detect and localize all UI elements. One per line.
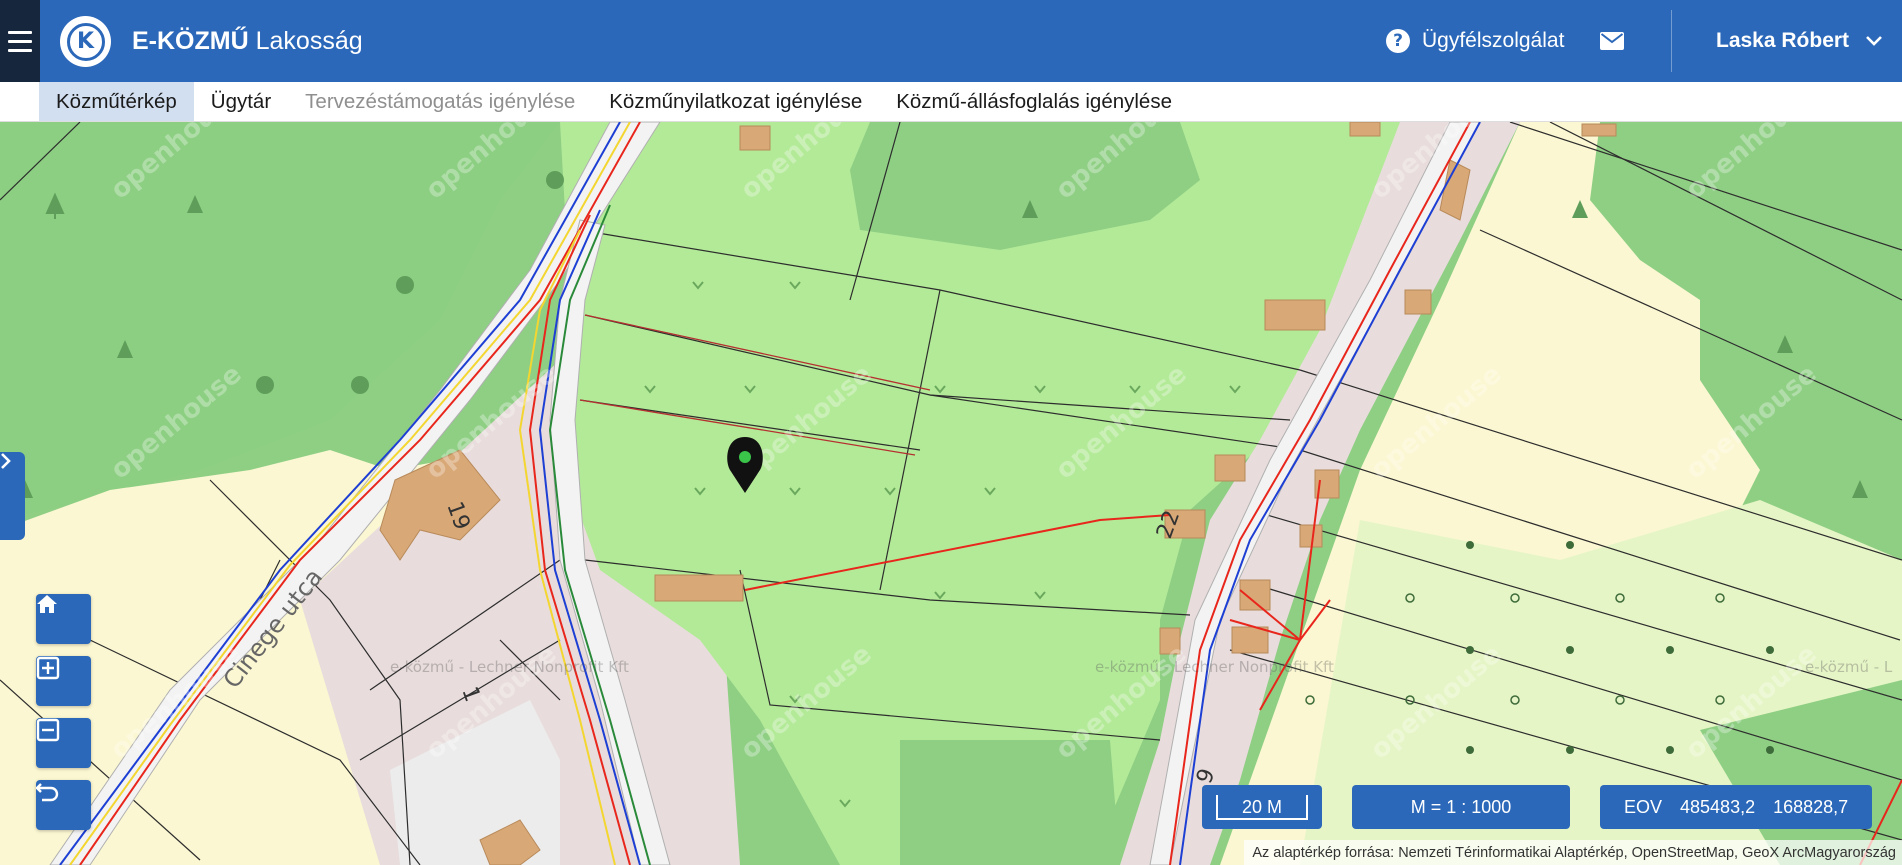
coordinate-x: 485483,2 bbox=[1680, 796, 1756, 817]
logo-letter: K bbox=[66, 22, 105, 61]
undo-icon bbox=[36, 783, 59, 802]
hamburger-icon bbox=[8, 30, 32, 34]
brand-bold: E-KÖZMŰ bbox=[132, 27, 249, 55]
zoom-out-icon bbox=[36, 718, 60, 742]
home-button[interactable] bbox=[36, 594, 91, 644]
coordinate-readout: EOV 485483,2 168828,7 bbox=[1600, 785, 1872, 829]
coordinate-y: 168828,7 bbox=[1773, 796, 1849, 817]
mail-icon[interactable] bbox=[1600, 32, 1624, 50]
home-icon bbox=[37, 595, 57, 613]
brand-title: E-KÖZMŰ Lakosság bbox=[132, 26, 363, 56]
customer-service-link[interactable]: ? Ügyfélszolgálat bbox=[1386, 27, 1564, 55]
main-nav: Közműtérkép Ügytár Tervezéstámogatás igé… bbox=[0, 82, 1902, 122]
map-svg[interactable]: openhouse openhouse openhouse openhouse … bbox=[0, 122, 1902, 865]
chevron-right-icon bbox=[1, 453, 11, 469]
chevron-down-icon bbox=[1866, 36, 1882, 46]
app-logo[interactable]: K bbox=[60, 16, 111, 67]
brand-light: Lakosság bbox=[248, 27, 363, 55]
customer-service-label: Ügyfélszolgálat bbox=[1422, 29, 1565, 52]
scale-ratio-label: M = 1 : 1000 bbox=[1410, 796, 1512, 817]
map-attribution: Az alaptérkép forrása: Nemzeti Térinform… bbox=[1244, 840, 1902, 865]
tab-kozmu-allasfoglalas[interactable]: Közmű-állásfoglalás igénylése bbox=[879, 82, 1189, 121]
tab-ugytar[interactable]: Ügytár bbox=[194, 82, 288, 121]
forest-block-bottom bbox=[900, 740, 1120, 865]
side-panel-toggle[interactable] bbox=[0, 452, 25, 540]
app-header: K E-KÖZMŰ Lakosság ? Ügyfélszolgálat Las… bbox=[0, 0, 1902, 82]
scale-bar: 20 M bbox=[1202, 785, 1322, 829]
zoom-in-icon bbox=[36, 656, 60, 680]
scale-bar-label: 20 M bbox=[1215, 794, 1309, 820]
hamburger-menu-button[interactable] bbox=[0, 0, 40, 82]
zoom-out-button[interactable] bbox=[36, 718, 91, 768]
provider-label-3: e-közmű - L bbox=[1805, 658, 1893, 676]
undo-button[interactable] bbox=[36, 780, 91, 830]
provider-label-2: e-közmű - Lechner Nonprofit Kft bbox=[1095, 658, 1334, 676]
provider-label-1: e-közmű - Lechner Nonprofit Kft bbox=[390, 658, 629, 676]
zoom-in-button[interactable] bbox=[36, 656, 91, 706]
help-icon: ? bbox=[1386, 29, 1410, 53]
tab-kozmunyilatkozat[interactable]: Közműnyilatkozat igénylése bbox=[592, 82, 879, 121]
user-name: Laska Róbert bbox=[1716, 29, 1850, 52]
tab-kozmuterkep[interactable]: Közműtérkép bbox=[39, 82, 194, 121]
map-canvas[interactable]: openhouse openhouse openhouse openhouse … bbox=[0, 122, 1902, 865]
coordinate-system-label: EOV bbox=[1624, 796, 1663, 817]
user-menu[interactable]: Laska Róbert bbox=[1716, 27, 1883, 55]
tab-tervezestamogatas: Tervezéstámogatás igénylése bbox=[305, 89, 576, 113]
header-divider bbox=[1671, 10, 1672, 72]
scale-ratio: M = 1 : 1000 bbox=[1352, 785, 1570, 829]
